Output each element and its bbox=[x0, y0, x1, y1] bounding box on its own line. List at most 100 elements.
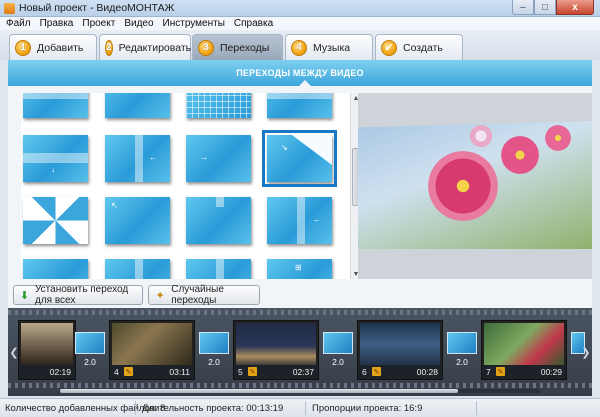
clip-number: 5 bbox=[238, 367, 243, 377]
edit-pencil-icon[interactable]: ✎ bbox=[124, 367, 133, 376]
timeline-transition[interactable]: 2.0 bbox=[447, 332, 477, 372]
step-tabs: 1 Добавить 2 Редактировать 3 Переходы 4 … bbox=[0, 30, 600, 60]
status-bar: Количество добавленных файлов: 8 Длитель… bbox=[0, 398, 600, 417]
apply-all-button[interactable]: ⬇ Установить переход для всех bbox=[13, 284, 143, 306]
app-icon bbox=[4, 3, 15, 14]
timeline-clip[interactable]: 02:19 bbox=[18, 320, 76, 380]
flower-image bbox=[468, 123, 494, 149]
timeline-scroll-thumb[interactable] bbox=[60, 389, 458, 393]
clip-duration: 00:29 bbox=[540, 367, 562, 377]
status-divider bbox=[305, 401, 306, 415]
timeline-clip[interactable]: 7 ✎ 00:29 bbox=[481, 320, 567, 380]
clip-duration: 03:11 bbox=[169, 367, 190, 377]
checkmark-icon: ✔ bbox=[381, 39, 397, 56]
transition-thumb[interactable] bbox=[267, 93, 332, 118]
edit-pencil-icon[interactable]: ✎ bbox=[372, 367, 381, 376]
status-divider bbox=[476, 401, 477, 415]
tab-edit-label: Редактировать bbox=[118, 41, 192, 54]
transitions-gallery: ↓ ← → ↘ ↖ ← ⊞ bbox=[21, 93, 350, 279]
transition-thumb[interactable]: ← bbox=[105, 135, 170, 182]
transition-preview bbox=[358, 93, 592, 279]
transition-thumb[interactable] bbox=[23, 197, 88, 244]
chevron-right-icon[interactable]: ❯ bbox=[581, 344, 591, 360]
status-divider bbox=[135, 401, 136, 415]
timeline-transition[interactable]: 2.0 bbox=[75, 332, 105, 372]
tab-add-label: Добавить bbox=[37, 41, 84, 54]
transition-thumb[interactable]: ↓ bbox=[23, 135, 88, 182]
transition-icon bbox=[323, 332, 353, 354]
timeline-clip[interactable]: 6 ✎ 00:28 bbox=[357, 320, 443, 380]
clip-footer: 7 ✎ 00:29 bbox=[482, 365, 566, 379]
clip-number: 6 bbox=[362, 367, 367, 377]
project-duration: Длительность проекта: 00:13:19 bbox=[142, 403, 284, 414]
minimize-button[interactable]: – bbox=[512, 0, 534, 15]
transition-thumb[interactable] bbox=[105, 93, 170, 118]
clip-footer: 5 ✎ 02:37 bbox=[234, 365, 318, 379]
clip-footer: 6 ✎ 00:28 bbox=[358, 365, 442, 379]
window-controls: – □ x bbox=[512, 0, 594, 16]
timeline-transition[interactable]: 2.0 bbox=[199, 332, 229, 372]
menu-help[interactable]: Справка bbox=[234, 18, 273, 29]
tab-transitions[interactable]: 3 Переходы bbox=[192, 34, 283, 60]
menu-project[interactable]: Проект bbox=[82, 18, 115, 29]
window-title: Новый проект - ВидеоМОНТАЖ bbox=[19, 2, 175, 14]
title-bar: Новый проект - ВидеоМОНТАЖ – □ x bbox=[0, 0, 600, 17]
timeline-clip[interactable]: 4 ✎ 03:11 bbox=[109, 320, 195, 380]
transition-thumb[interactable] bbox=[186, 259, 251, 279]
step-1-badge: 1 bbox=[15, 39, 31, 56]
step-4-badge: 4 bbox=[291, 39, 307, 56]
transition-thumb[interactable]: ⊞ bbox=[267, 259, 332, 279]
clip-footer: 02:19 bbox=[19, 365, 75, 379]
maximize-button[interactable]: □ bbox=[534, 0, 556, 15]
random-transitions-button[interactable]: ✦ Случайные переходы bbox=[148, 284, 260, 306]
transition-thumb[interactable] bbox=[186, 197, 251, 244]
transition-thumb-selected[interactable]: ↘ bbox=[262, 130, 337, 187]
clip-footer: 4 ✎ 03:11 bbox=[110, 365, 194, 379]
close-button[interactable]: x bbox=[556, 0, 594, 15]
transition-duration: 2.0 bbox=[456, 357, 468, 367]
flower-image bbox=[428, 151, 498, 221]
transition-icon bbox=[75, 332, 105, 354]
clip-duration: 00:28 bbox=[416, 367, 438, 377]
step-2-badge: 2 bbox=[105, 39, 113, 56]
tab-music[interactable]: 4 Музыка bbox=[285, 34, 373, 60]
arrow-down-icon: ⬇ bbox=[19, 289, 30, 302]
transition-icon bbox=[447, 332, 477, 354]
tab-music-label: Музыка bbox=[313, 41, 351, 54]
transition-duration: 2.0 bbox=[84, 357, 96, 367]
clip-number: 7 bbox=[486, 367, 491, 377]
transition-thumb[interactable]: ↖ bbox=[105, 197, 170, 244]
magic-wand-icon: ✦ bbox=[155, 289, 165, 302]
transition-icon bbox=[199, 332, 229, 354]
menu-edit[interactable]: Правка bbox=[40, 18, 74, 29]
flower-image bbox=[543, 123, 573, 153]
timeline-scrollbar[interactable] bbox=[60, 389, 540, 393]
timeline-clip[interactable]: 5 ✎ 02:37 bbox=[233, 320, 319, 380]
project-aspect: Пропорции проекта: 16:9 bbox=[312, 403, 423, 414]
apply-all-label: Установить переход для всех bbox=[34, 284, 129, 306]
tab-create[interactable]: ✔ Создать bbox=[375, 34, 463, 60]
transition-thumb[interactable]: ← bbox=[267, 197, 332, 244]
transition-thumb[interactable] bbox=[23, 93, 88, 118]
flower-image bbox=[498, 133, 542, 177]
menu-file[interactable]: Файл bbox=[6, 18, 31, 29]
tab-add[interactable]: 1 Добавить bbox=[9, 34, 97, 60]
edit-pencil-icon[interactable]: ✎ bbox=[496, 367, 505, 376]
menu-tools[interactable]: Инструменты bbox=[163, 18, 225, 29]
transition-thumb[interactable] bbox=[186, 93, 251, 118]
edit-pencil-icon[interactable]: ✎ bbox=[248, 367, 257, 376]
menu-video[interactable]: Видео bbox=[124, 18, 153, 29]
clip-thumbnail bbox=[360, 323, 440, 365]
film-perforation bbox=[8, 383, 592, 388]
clip-thumbnail bbox=[21, 323, 73, 365]
clip-duration: 02:37 bbox=[292, 367, 314, 377]
transition-thumb[interactable] bbox=[23, 259, 88, 279]
section-header: ПЕРЕХОДЫ МЕЖДУ ВИДЕО bbox=[8, 60, 592, 87]
timeline-transition[interactable]: 2.0 bbox=[323, 332, 353, 372]
tab-edit[interactable]: 2 Редактировать bbox=[99, 34, 191, 60]
timeline: ❮ 02:19 2.0 4 ✎ 03:11 2.0 5 ✎ 02:37 2.0 bbox=[8, 308, 592, 396]
section-title: ПЕРЕХОДЫ МЕЖДУ ВИДЕО bbox=[236, 68, 364, 78]
transition-thumb[interactable]: → bbox=[186, 135, 251, 182]
transition-thumb[interactable] bbox=[105, 259, 170, 279]
step-3-badge: 3 bbox=[198, 39, 214, 56]
